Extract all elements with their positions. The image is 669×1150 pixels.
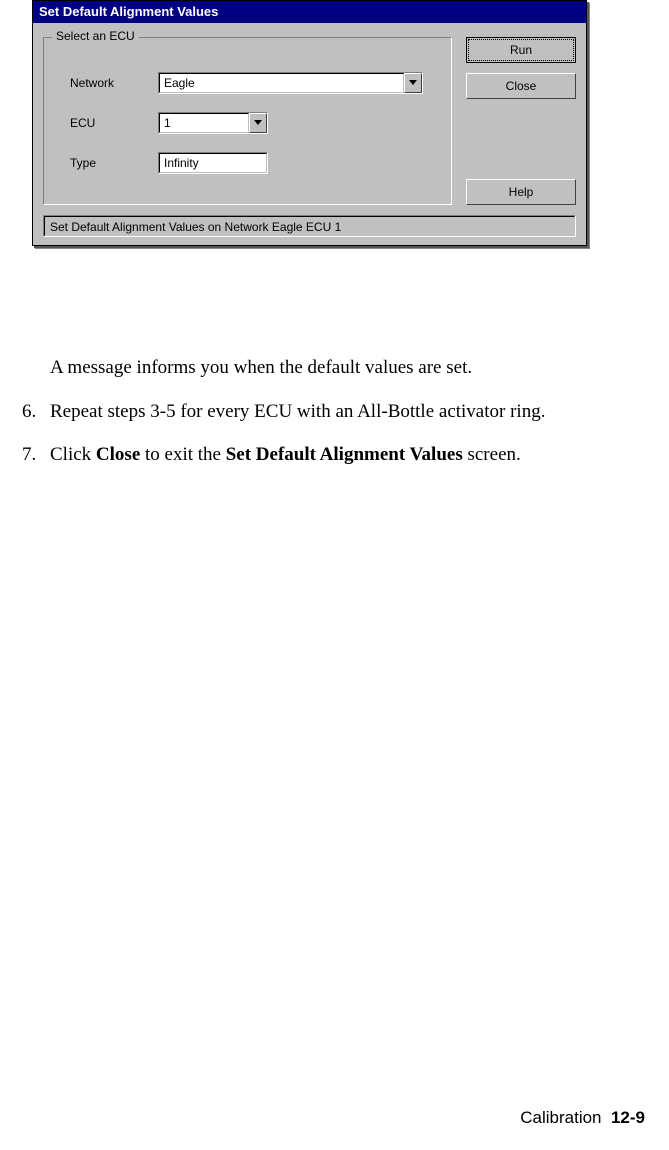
run-button-label: Run xyxy=(468,39,574,61)
type-row: Type Infinity xyxy=(58,152,437,174)
dialog-body: Select an ECU Network Eagle ECU 1 xyxy=(33,23,586,245)
status-text: Set Default Alignment Values on Network … xyxy=(44,216,575,236)
status-bar: Set Default Alignment Values on Network … xyxy=(43,215,576,237)
type-label: Type xyxy=(58,156,158,170)
step-7-post: screen. xyxy=(463,444,521,465)
dialog-window: Set Default Alignment Values Select an E… xyxy=(32,0,587,246)
close-button[interactable]: Close xyxy=(466,73,576,99)
ecu-value: 1 xyxy=(159,113,249,133)
network-value: Eagle xyxy=(159,73,404,93)
ecu-row: ECU 1 xyxy=(58,112,437,134)
message-paragraph: A message informs you when the default v… xyxy=(50,355,632,381)
ecu-label: ECU xyxy=(58,116,158,130)
groupbox-legend: Select an ECU xyxy=(52,29,139,43)
type-value: Infinity xyxy=(159,153,267,173)
step-7-close-bold: Close xyxy=(96,444,140,465)
document-text: A message informs you when the default v… xyxy=(22,355,632,486)
step-7-pre: Click xyxy=(50,444,96,465)
step-6-number: 6. xyxy=(22,399,50,425)
step-7-screen-bold: Set Default Alignment Values xyxy=(226,444,463,465)
footer-section: Calibration xyxy=(520,1108,601,1127)
step-7-number: 7. xyxy=(22,442,50,468)
chevron-down-icon[interactable] xyxy=(404,73,422,93)
step-7: 7. Click Close to exit the Set Default A… xyxy=(22,442,632,468)
network-combo[interactable]: Eagle xyxy=(158,72,423,94)
run-button[interactable]: Run xyxy=(466,37,576,63)
step-6-text: Repeat steps 3-5 for every ECU with an A… xyxy=(50,399,632,425)
button-column: Run Close Help xyxy=(466,33,576,205)
help-button[interactable]: Help xyxy=(466,179,576,205)
network-row: Network Eagle xyxy=(58,72,437,94)
ecu-combo[interactable]: 1 xyxy=(158,112,268,134)
select-ecu-groupbox: Select an ECU Network Eagle ECU 1 xyxy=(43,37,452,205)
step-6: 6. Repeat steps 3-5 for every ECU with a… xyxy=(22,399,632,425)
step-7-mid: to exit the xyxy=(140,444,225,465)
chevron-down-icon[interactable] xyxy=(249,113,267,133)
dialog-titlebar: Set Default Alignment Values xyxy=(33,1,586,23)
network-label: Network xyxy=(58,76,158,90)
type-field[interactable]: Infinity xyxy=(158,152,268,174)
step-7-text: Click Close to exit the Set Default Alig… xyxy=(50,442,632,468)
footer-page-number: 12-9 xyxy=(611,1108,645,1127)
page-footer: Calibration 12-9 xyxy=(520,1108,645,1128)
